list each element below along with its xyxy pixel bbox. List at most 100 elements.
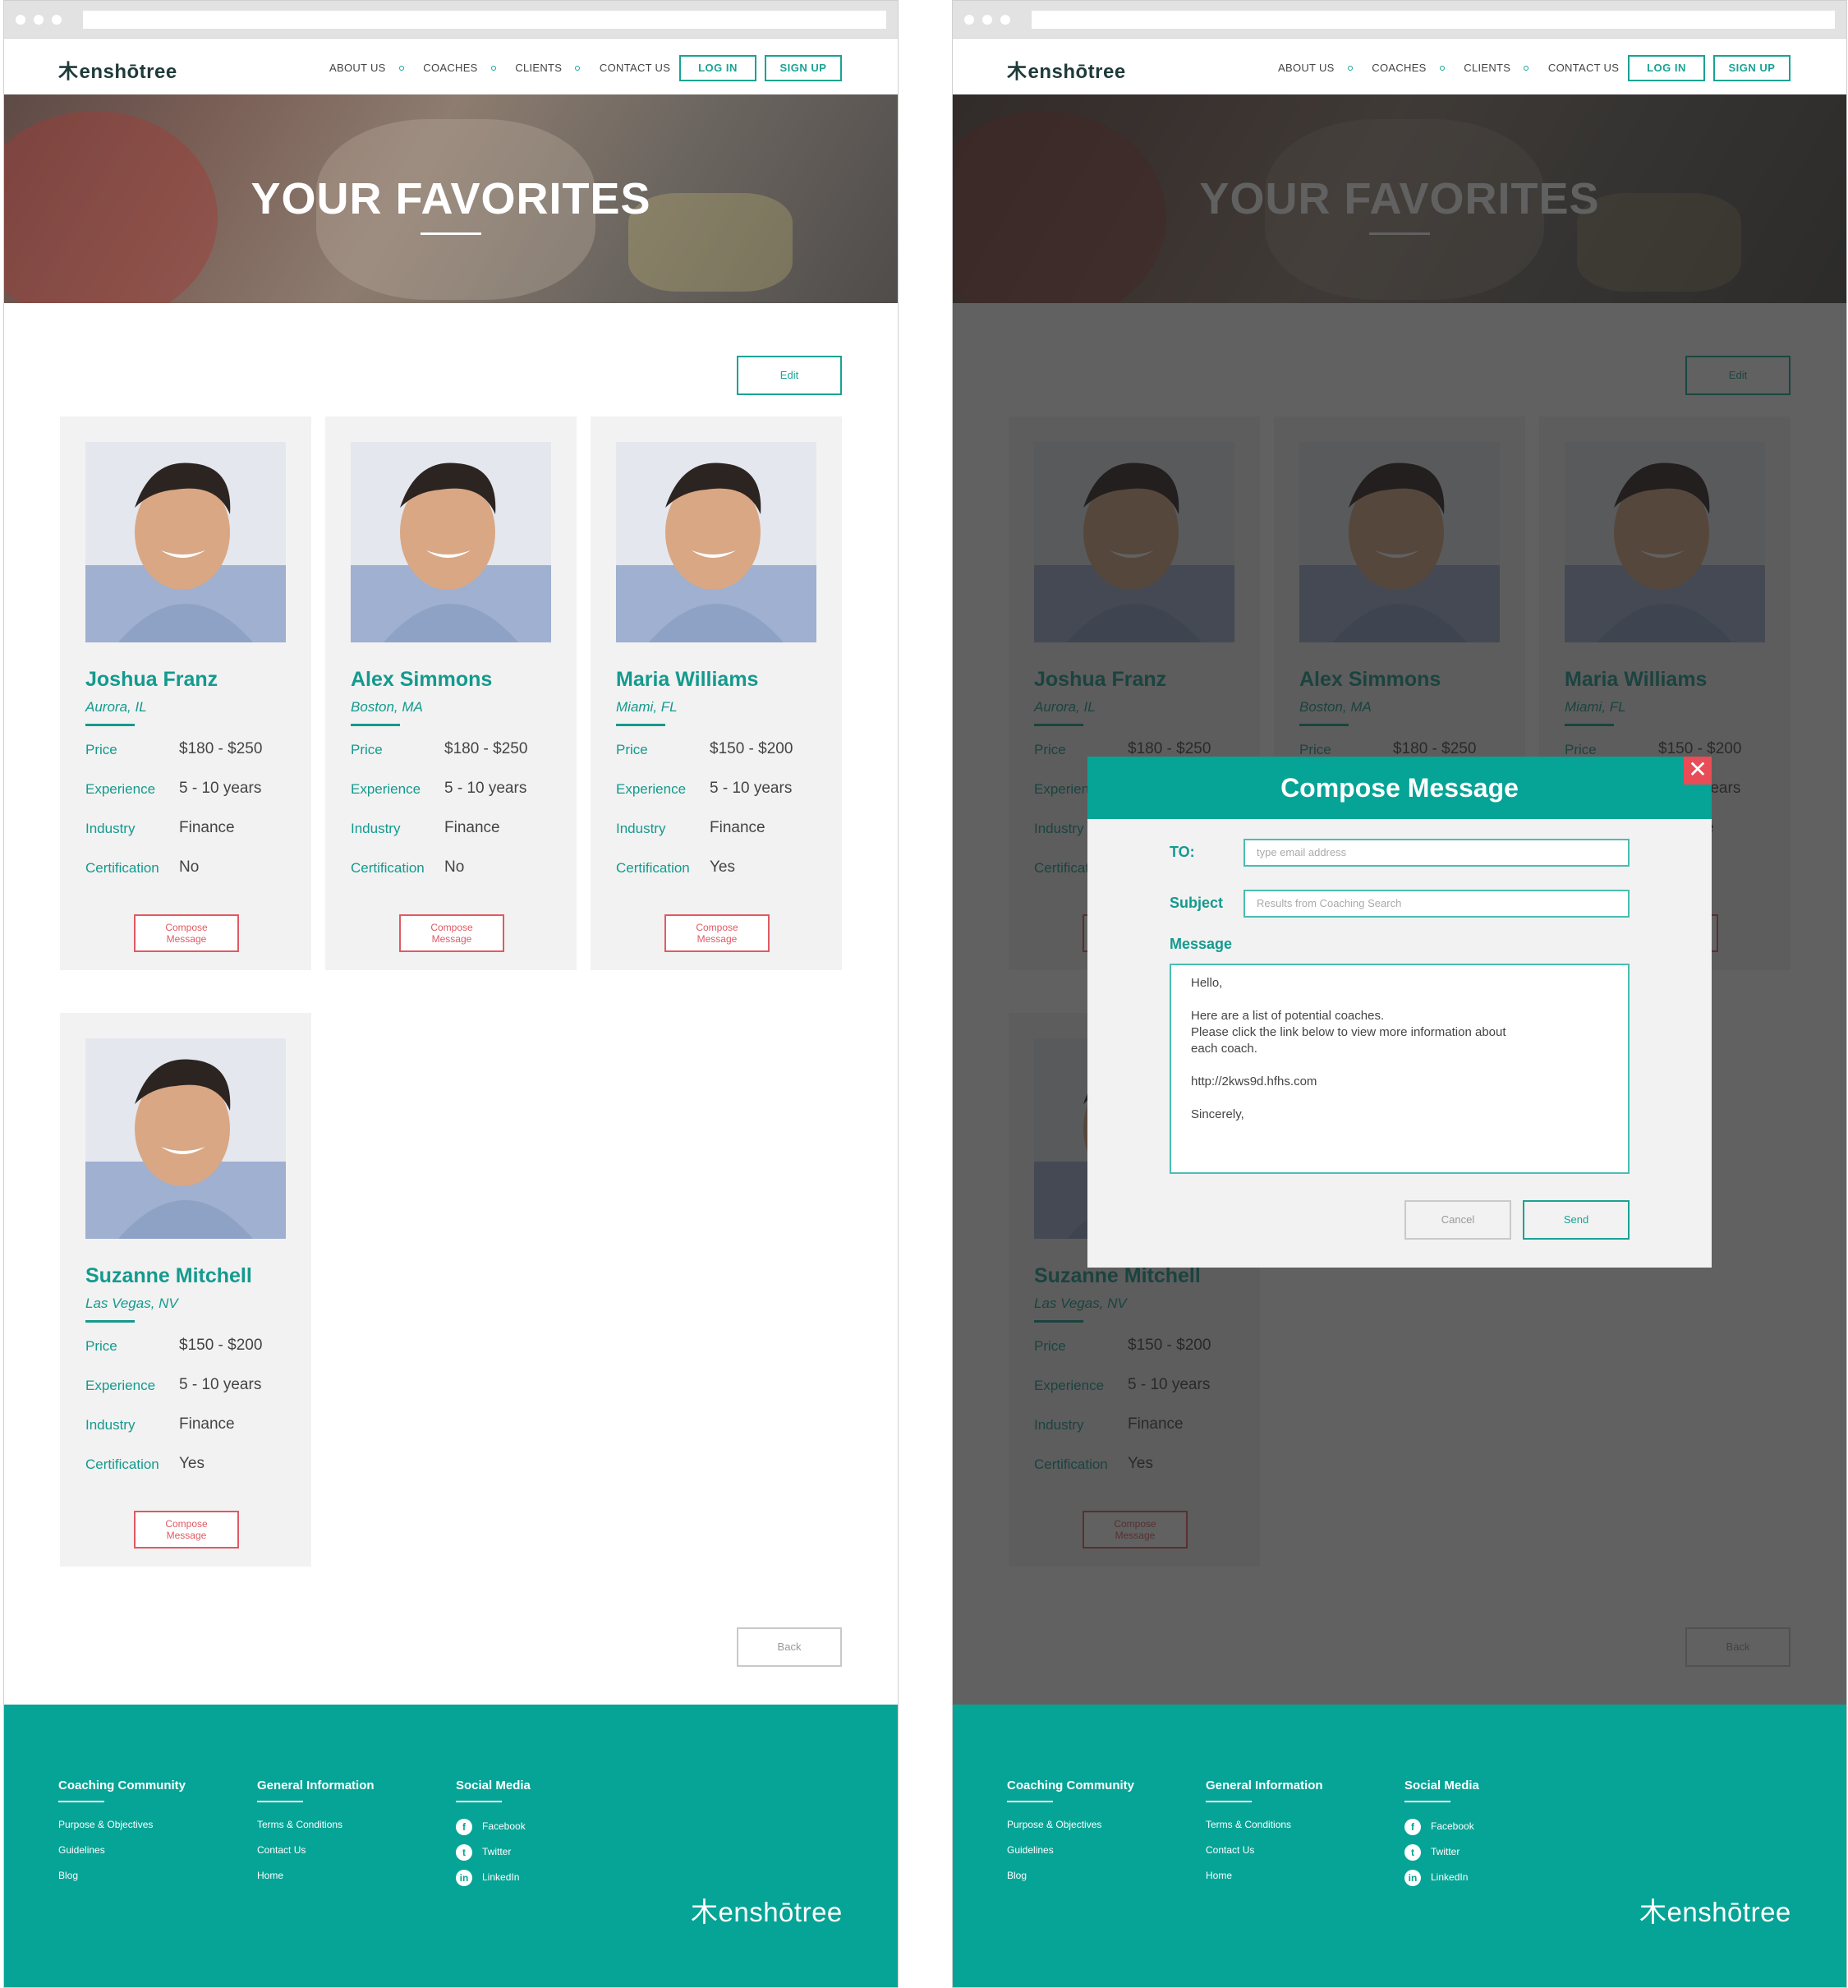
nav-clients[interactable]: CLIENTS (515, 62, 562, 74)
coach-name[interactable]: Joshua Franz (85, 668, 218, 692)
experience-label: Experience (351, 781, 421, 797)
to-email-input[interactable]: type email address (1243, 839, 1630, 867)
coach-location: Miami, FL (616, 699, 678, 715)
footer-link[interactable]: Purpose & Objectives (1007, 1819, 1134, 1844)
coach-name[interactable]: Suzanne Mitchell (85, 1264, 252, 1288)
message-textarea[interactable]: Hello, Here are a list of potential coac… (1170, 964, 1630, 1174)
nav-contact-us[interactable]: CONTACT US (1548, 62, 1619, 74)
footer-link-twitter[interactable]: t Twitter (1404, 1844, 1479, 1870)
nav-about-us[interactable]: ABOUT US (329, 62, 386, 74)
login-button[interactable]: LOG IN (679, 55, 756, 81)
certification-value: No (179, 858, 200, 876)
window-dot[interactable] (34, 15, 44, 25)
nav-about-us[interactable]: ABOUT US (1278, 62, 1335, 74)
compose-message-button[interactable]: Compose Message (134, 1511, 239, 1549)
footer-link-label: Facebook (1431, 1820, 1474, 1833)
experience-label: Experience (85, 1378, 156, 1393)
twitter-icon: t (1404, 1844, 1421, 1861)
nav-coaches[interactable]: COACHES (423, 62, 477, 74)
certification-label: Certification (351, 860, 425, 876)
linkedin-icon: in (1404, 1870, 1421, 1886)
footer-col-general-information: General Information Terms & Conditions C… (1206, 1779, 1323, 1895)
nav-contact-us[interactable]: CONTACT US (600, 62, 670, 74)
site-logo[interactable]: 木enshōtree (58, 55, 177, 83)
compose-label: Message (431, 933, 472, 945)
compose-message-modal: Compose Message ✕ TO: type email address… (1087, 757, 1712, 1268)
footer-link-twitter[interactable]: t Twitter (456, 1844, 531, 1870)
coach-name[interactable]: Alex Simmons (351, 668, 492, 692)
signup-button[interactable]: SIGN UP (1713, 55, 1791, 81)
twitter-icon: t (456, 1844, 472, 1861)
compose-message-button[interactable]: Compose Message (134, 914, 239, 952)
industry-value: Finance (444, 819, 500, 836)
footer-link[interactable]: Guidelines (1007, 1844, 1134, 1870)
compose-message-button[interactable]: Compose Message (399, 914, 504, 952)
price-label: Price (85, 1338, 117, 1354)
experience-label: Experience (616, 781, 687, 797)
footer-logo[interactable]: 木enshōtree (691, 1890, 843, 1930)
footer-link-facebook[interactable]: f Facebook (456, 1819, 531, 1844)
footer-col-general-information: General Information Terms & Conditions C… (257, 1779, 375, 1895)
footer-link[interactable]: Guidelines (58, 1844, 186, 1870)
window-dot[interactable] (52, 15, 62, 25)
cancel-button[interactable]: Cancel (1404, 1200, 1511, 1240)
login-button[interactable]: LOG IN (1628, 55, 1705, 81)
footer-link-facebook[interactable]: f Facebook (1404, 1819, 1479, 1844)
footer-link[interactable]: Home (257, 1870, 375, 1895)
signup-button[interactable]: SIGN UP (765, 55, 842, 81)
close-icon[interactable]: ✕ (1684, 757, 1712, 785)
certification-label: Certification (85, 1456, 159, 1472)
name-underline (85, 724, 135, 726)
address-bar[interactable] (1032, 11, 1835, 29)
industry-label: Industry (85, 821, 136, 836)
page-title: YOUR FAVORITES (251, 174, 651, 223)
footer-link[interactable]: Home (1206, 1870, 1323, 1895)
nav-clients[interactable]: CLIENTS (1464, 62, 1510, 74)
footer-link[interactable]: Terms & Conditions (1206, 1819, 1323, 1844)
footer-link[interactable]: Contact Us (257, 1844, 375, 1870)
footer-col-social-media: Social Media f Facebook t Twitter in Linked… (456, 1779, 531, 1895)
coach-name[interactable]: Maria Williams (616, 668, 758, 692)
send-button[interactable]: Send (1523, 1200, 1630, 1240)
coach-photo (85, 1038, 286, 1239)
edit-button[interactable]: Edit (737, 356, 842, 395)
back-button[interactable]: Back (737, 1627, 842, 1667)
logo-text: enshōtree (79, 61, 177, 83)
footer-link[interactable]: Terms & Conditions (257, 1819, 375, 1844)
compose-label: Compose (165, 922, 208, 933)
window-dot[interactable] (1000, 15, 1010, 25)
window-dot[interactable] (16, 15, 25, 25)
certification-value: No (444, 858, 465, 876)
browser-window-compose: 木enshōtree ABOUT US COACHES CLIENTS CONT… (952, 0, 1847, 1988)
linkedin-icon: in (456, 1870, 472, 1886)
footer-link-label: Twitter (482, 1846, 512, 1858)
nav-separator-icon (575, 66, 581, 71)
footer-heading-underline (1404, 1801, 1450, 1802)
message-line: Here are a list of potential coaches. (1191, 1009, 1385, 1023)
address-bar[interactable] (83, 11, 886, 29)
footer-heading: General Information (1206, 1779, 1323, 1792)
footer-link-linkedin[interactable]: in LinkedIn (1404, 1870, 1479, 1895)
nav-coaches[interactable]: COACHES (1372, 62, 1426, 74)
main-nav: ABOUT US COACHES CLIENTS CONTACT US (1278, 62, 1627, 74)
footer-link[interactable]: Purpose & Objectives (58, 1819, 186, 1844)
certification-label: Certification (85, 860, 159, 876)
browser-chrome (4, 1, 898, 39)
price-label: Price (85, 742, 117, 757)
coach-photo (85, 442, 286, 642)
site-logo[interactable]: 木enshōtree (1007, 55, 1126, 83)
footer-link[interactable]: Blog (58, 1870, 186, 1895)
footer-link[interactable]: Blog (1007, 1870, 1134, 1895)
tree-logo-icon: 木 (691, 1897, 719, 1927)
footer-link-label: LinkedIn (482, 1871, 520, 1884)
name-underline (616, 724, 665, 726)
footer-link-linkedin[interactable]: in LinkedIn (456, 1870, 531, 1895)
footer-logo[interactable]: 木enshōtree (1639, 1890, 1791, 1930)
compose-label: Message (166, 1530, 207, 1541)
window-dot[interactable] (964, 15, 974, 25)
footer-link[interactable]: Contact Us (1206, 1844, 1323, 1870)
subject-input[interactable]: Results from Coaching Search (1243, 890, 1630, 918)
compose-message-button[interactable]: Compose Message (664, 914, 770, 952)
window-dot[interactable] (982, 15, 992, 25)
certification-value: Yes (710, 858, 735, 876)
